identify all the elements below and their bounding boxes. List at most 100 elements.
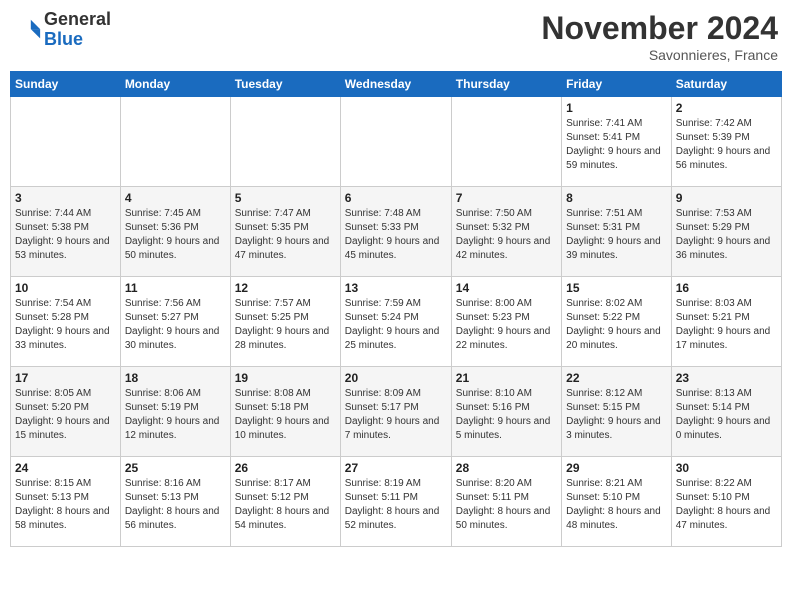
day-info: Sunrise: 7:53 AM Sunset: 5:29 PM Dayligh…: [676, 207, 777, 263]
day-number: 23: [676, 371, 777, 385]
location: Savonnieres, France: [541, 47, 778, 63]
day-number: 19: [235, 371, 336, 385]
logo-icon: [14, 16, 42, 44]
day-info: Sunrise: 7:44 AM Sunset: 5:38 PM Dayligh…: [15, 207, 116, 263]
day-info: Sunrise: 8:05 AM Sunset: 5:20 PM Dayligh…: [15, 387, 116, 443]
day-number: 15: [566, 281, 667, 295]
day-info: Sunrise: 7:57 AM Sunset: 5:25 PM Dayligh…: [235, 297, 336, 353]
day-number: 9: [676, 191, 777, 205]
calendar-cell: 13 Sunrise: 7:59 AM Sunset: 5:24 PM Dayli…: [340, 277, 451, 367]
day-info: Sunrise: 8:21 AM Sunset: 5:10 PM Dayligh…: [566, 477, 667, 533]
day-number: 21: [456, 371, 557, 385]
logo-blue-text: Blue: [44, 30, 111, 50]
day-number: 5: [235, 191, 336, 205]
calendar-table: SundayMondayTuesdayWednesdayThursdayFrid…: [10, 71, 782, 547]
calendar-week-1: 1 Sunrise: 7:41 AM Sunset: 5:41 PM Daylig…: [11, 97, 782, 187]
day-number: 13: [345, 281, 447, 295]
day-info: Sunrise: 7:42 AM Sunset: 5:39 PM Dayligh…: [676, 117, 777, 173]
day-number: 18: [125, 371, 226, 385]
day-number: 24: [15, 461, 116, 475]
day-number: 25: [125, 461, 226, 475]
day-info: Sunrise: 8:10 AM Sunset: 5:16 PM Dayligh…: [456, 387, 557, 443]
calendar-cell: [230, 97, 340, 187]
calendar-cell: 2Sunrise: 7:42 AM Sunset: 5:39 PM Daylig…: [671, 97, 781, 187]
day-number: 28: [456, 461, 557, 475]
day-number: 11: [125, 281, 226, 295]
calendar-cell: 26 Sunrise: 8:17 AM Sunset: 5:12 PM Dayli…: [230, 457, 340, 547]
day-info: Sunrise: 7:59 AM Sunset: 5:24 PM Dayligh…: [345, 297, 447, 353]
day-number: 12: [235, 281, 336, 295]
day-header-saturday: Saturday: [671, 72, 781, 97]
day-header-sunday: Sunday: [11, 72, 121, 97]
day-number: 4: [125, 191, 226, 205]
page-header: General Blue November 2024 Savonnieres, …: [10, 10, 782, 63]
calendar-cell: [11, 97, 121, 187]
day-info: Sunrise: 7:41 AM Sunset: 5:41 PM Dayligh…: [566, 117, 667, 173]
day-info: Sunrise: 8:15 AM Sunset: 5:13 PM Dayligh…: [15, 477, 116, 533]
day-info: Sunrise: 8:03 AM Sunset: 5:21 PM Dayligh…: [676, 297, 777, 353]
calendar-cell: 16Sunrise: 8:03 AM Sunset: 5:21 PM Dayli…: [671, 277, 781, 367]
day-info: Sunrise: 8:22 AM Sunset: 5:10 PM Dayligh…: [676, 477, 777, 533]
header-row: SundayMondayTuesdayWednesdayThursdayFrid…: [11, 72, 782, 97]
calendar-cell: 29 Sunrise: 8:21 AM Sunset: 5:10 PM Dayli…: [562, 457, 672, 547]
calendar-week-2: 3Sunrise: 7:44 AM Sunset: 5:38 PM Daylig…: [11, 187, 782, 277]
calendar-cell: 19Sunrise: 8:08 AM Sunset: 5:18 PM Dayli…: [230, 367, 340, 457]
calendar-cell: 20Sunrise: 8:09 AM Sunset: 5:17 PM Dayli…: [340, 367, 451, 457]
calendar-cell: 30Sunrise: 8:22 AM Sunset: 5:10 PM Dayli…: [671, 457, 781, 547]
calendar-cell: 5Sunrise: 7:47 AM Sunset: 5:35 PM Daylig…: [230, 187, 340, 277]
day-header-thursday: Thursday: [451, 72, 561, 97]
logo: General Blue: [14, 10, 111, 50]
calendar-cell: 14 Sunrise: 8:00 AM Sunset: 5:23 PM Dayli…: [451, 277, 561, 367]
day-number: 14: [456, 281, 557, 295]
calendar-cell: 11Sunrise: 7:56 AM Sunset: 5:27 PM Dayli…: [120, 277, 230, 367]
day-info: Sunrise: 7:48 AM Sunset: 5:33 PM Dayligh…: [345, 207, 447, 263]
calendar-cell: 10Sunrise: 7:54 AM Sunset: 5:28 PM Dayli…: [11, 277, 121, 367]
day-info: Sunrise: 8:20 AM Sunset: 5:11 PM Dayligh…: [456, 477, 557, 533]
calendar-cell: 28 Sunrise: 8:20 AM Sunset: 5:11 PM Dayli…: [451, 457, 561, 547]
day-info: Sunrise: 8:09 AM Sunset: 5:17 PM Dayligh…: [345, 387, 447, 443]
day-number: 8: [566, 191, 667, 205]
day-number: 6: [345, 191, 447, 205]
calendar-cell: [340, 97, 451, 187]
calendar-week-3: 10Sunrise: 7:54 AM Sunset: 5:28 PM Dayli…: [11, 277, 782, 367]
calendar-body: 1 Sunrise: 7:41 AM Sunset: 5:41 PM Daylig…: [11, 97, 782, 547]
day-info: Sunrise: 8:13 AM Sunset: 5:14 PM Dayligh…: [676, 387, 777, 443]
day-number: 7: [456, 191, 557, 205]
day-header-tuesday: Tuesday: [230, 72, 340, 97]
calendar-cell: 21 Sunrise: 8:10 AM Sunset: 5:16 PM Dayli…: [451, 367, 561, 457]
calendar-cell: 8 Sunrise: 7:51 AM Sunset: 5:31 PM Daylig…: [562, 187, 672, 277]
day-info: Sunrise: 8:00 AM Sunset: 5:23 PM Dayligh…: [456, 297, 557, 353]
day-header-wednesday: Wednesday: [340, 72, 451, 97]
day-info: Sunrise: 7:50 AM Sunset: 5:32 PM Dayligh…: [456, 207, 557, 263]
calendar-cell: 7 Sunrise: 7:50 AM Sunset: 5:32 PM Daylig…: [451, 187, 561, 277]
calendar-week-4: 17Sunrise: 8:05 AM Sunset: 5:20 PM Dayli…: [11, 367, 782, 457]
title-area: November 2024 Savonnieres, France: [541, 10, 778, 63]
day-header-monday: Monday: [120, 72, 230, 97]
calendar-cell: [120, 97, 230, 187]
calendar-cell: 24 Sunrise: 8:15 AM Sunset: 5:13 PM Dayli…: [11, 457, 121, 547]
calendar-cell: 18Sunrise: 8:06 AM Sunset: 5:19 PM Dayli…: [120, 367, 230, 457]
day-info: Sunrise: 8:02 AM Sunset: 5:22 PM Dayligh…: [566, 297, 667, 353]
day-info: Sunrise: 7:51 AM Sunset: 5:31 PM Dayligh…: [566, 207, 667, 263]
calendar-cell: 15 Sunrise: 8:02 AM Sunset: 5:22 PM Dayli…: [562, 277, 672, 367]
day-number: 29: [566, 461, 667, 475]
day-info: Sunrise: 8:16 AM Sunset: 5:13 PM Dayligh…: [125, 477, 226, 533]
logo-general-text: General: [44, 10, 111, 30]
calendar-cell: 12 Sunrise: 7:57 AM Sunset: 5:25 PM Dayli…: [230, 277, 340, 367]
day-info: Sunrise: 7:54 AM Sunset: 5:28 PM Dayligh…: [15, 297, 116, 353]
day-number: 22: [566, 371, 667, 385]
calendar-header: SundayMondayTuesdayWednesdayThursdayFrid…: [11, 72, 782, 97]
calendar-cell: 3Sunrise: 7:44 AM Sunset: 5:38 PM Daylig…: [11, 187, 121, 277]
month-title: November 2024: [541, 10, 778, 47]
calendar-cell: 17Sunrise: 8:05 AM Sunset: 5:20 PM Dayli…: [11, 367, 121, 457]
day-number: 26: [235, 461, 336, 475]
day-number: 1: [566, 101, 667, 115]
day-info: Sunrise: 8:17 AM Sunset: 5:12 PM Dayligh…: [235, 477, 336, 533]
calendar-week-5: 24 Sunrise: 8:15 AM Sunset: 5:13 PM Dayli…: [11, 457, 782, 547]
day-info: Sunrise: 8:12 AM Sunset: 5:15 PM Dayligh…: [566, 387, 667, 443]
calendar-cell: 25 Sunrise: 8:16 AM Sunset: 5:13 PM Dayli…: [120, 457, 230, 547]
calendar-cell: 23 Sunrise: 8:13 AM Sunset: 5:14 PM Dayli…: [671, 367, 781, 457]
calendar-cell: 6 Sunrise: 7:48 AM Sunset: 5:33 PM Daylig…: [340, 187, 451, 277]
day-info: Sunrise: 8:19 AM Sunset: 5:11 PM Dayligh…: [345, 477, 447, 533]
calendar-cell: 9 Sunrise: 7:53 AM Sunset: 5:29 PM Daylig…: [671, 187, 781, 277]
